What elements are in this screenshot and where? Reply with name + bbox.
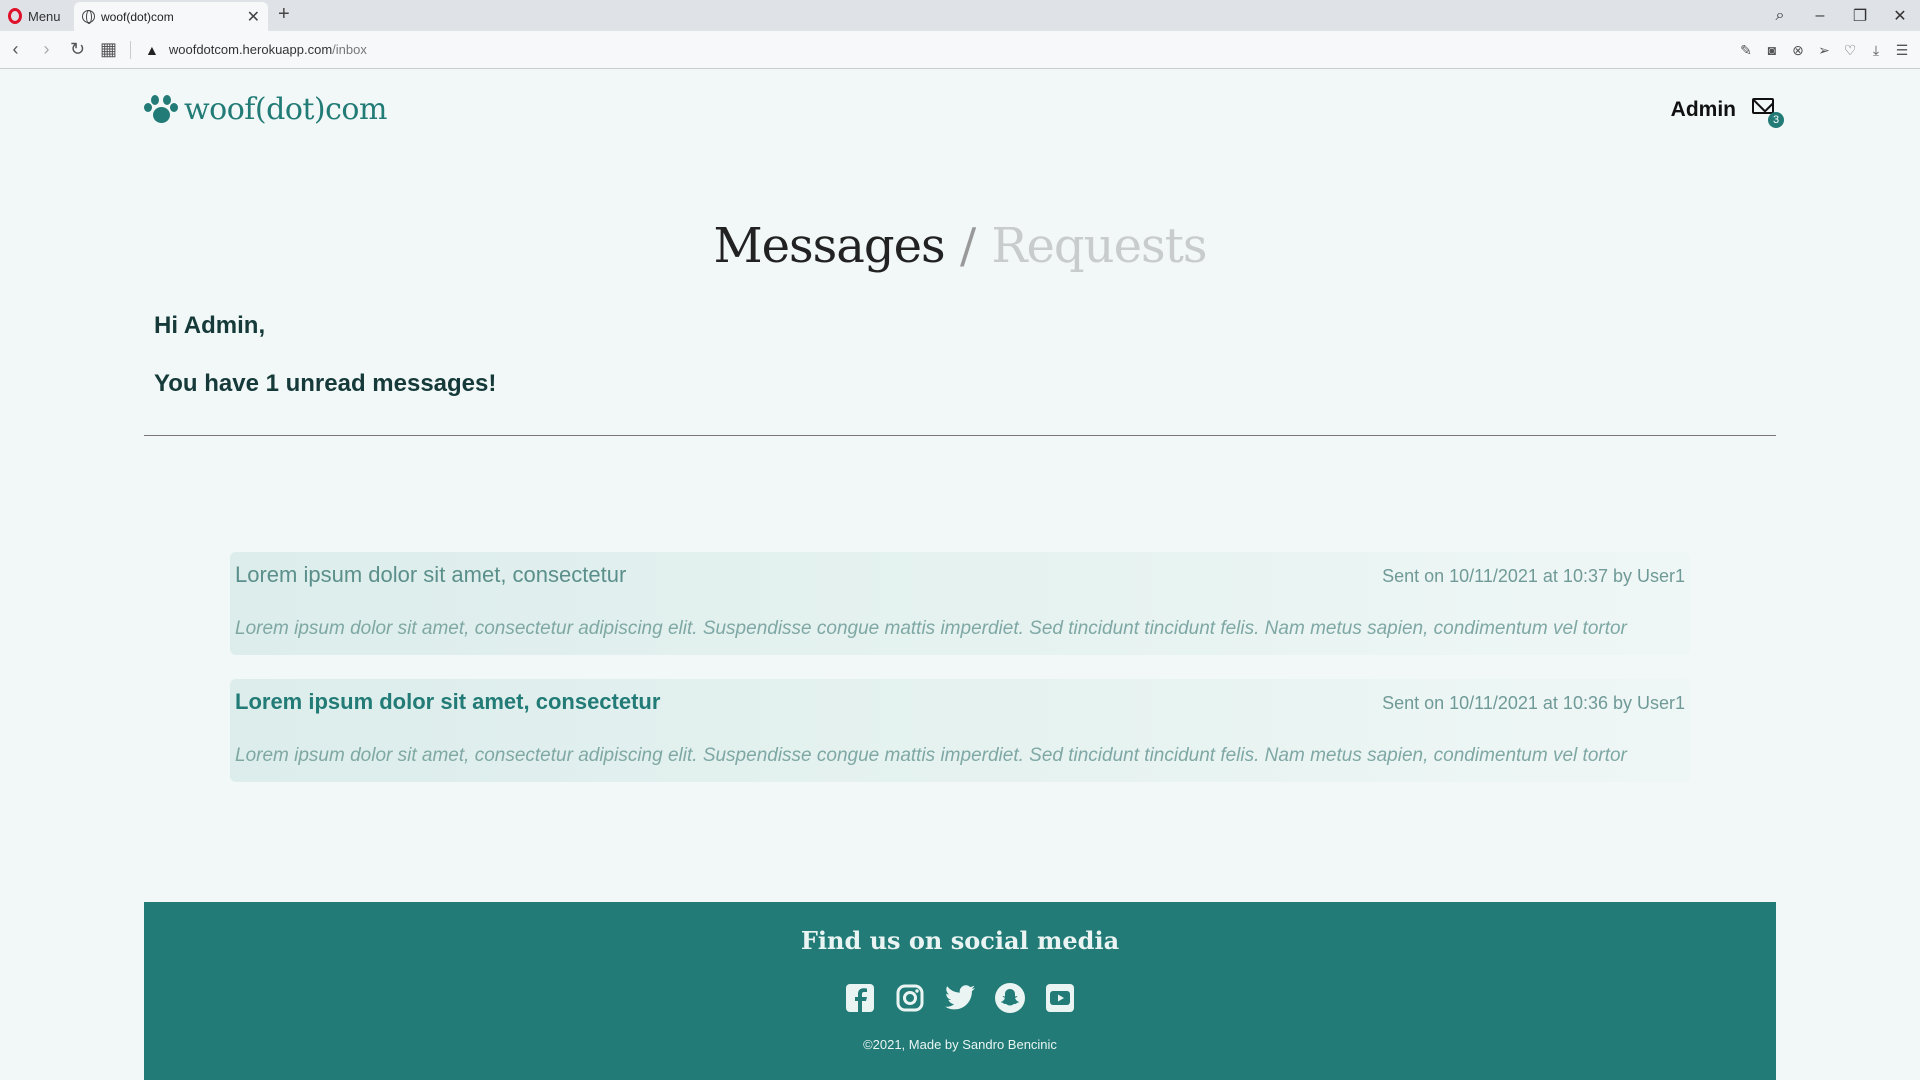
greeting: Hi Admin, bbox=[154, 312, 266, 339]
site-logo[interactable]: woof(dot)com bbox=[144, 92, 387, 127]
reload-icon[interactable]: ↻ bbox=[62, 39, 93, 60]
user-name-link[interactable]: Admin bbox=[1671, 98, 1736, 122]
send-icon[interactable]: ➢ bbox=[1816, 42, 1832, 59]
menu-lines-icon[interactable]: ☰ bbox=[1894, 42, 1910, 59]
restore-button[interactable]: ❐ bbox=[1840, 6, 1880, 26]
forward-icon[interactable]: › bbox=[31, 39, 62, 60]
message-list: Lorem ipsum dolor sit amet, consectetur … bbox=[230, 552, 1690, 806]
instagram-icon[interactable] bbox=[894, 982, 926, 1014]
url-path: /inbox bbox=[332, 42, 367, 57]
message-preview: Lorem ipsum dolor sit amet, consectetur … bbox=[235, 618, 1627, 639]
snapchat-icon[interactable] bbox=[994, 982, 1026, 1014]
requests-tab[interactable]: Requests bbox=[991, 218, 1207, 274]
paw-icon bbox=[144, 94, 178, 125]
social-links bbox=[144, 982, 1776, 1014]
block-icon[interactable]: ⊗ bbox=[1790, 42, 1806, 59]
globe-icon bbox=[82, 10, 95, 24]
tab-title: woof(dot)com bbox=[101, 9, 174, 24]
unread-notice: You have 1 unread messages! bbox=[154, 370, 497, 397]
address-separator bbox=[130, 40, 131, 59]
message-item-unread[interactable]: Lorem ipsum dolor sit amet, consectetur … bbox=[230, 679, 1690, 782]
download-icon[interactable]: ⤓ bbox=[1868, 42, 1884, 59]
window-controls: ⌕ – ❐ ✕ bbox=[1760, 0, 1920, 31]
edit-icon[interactable]: ✎ bbox=[1738, 42, 1754, 59]
new-tab-button[interactable]: + bbox=[278, 3, 290, 26]
message-meta: Sent on 10/11/2021 at 10:36 by User1 bbox=[1382, 693, 1685, 713]
heart-icon[interactable]: ♡ bbox=[1842, 42, 1858, 59]
message-preview: Lorem ipsum dolor sit amet, consectetur … bbox=[235, 745, 1627, 766]
address-bar: ‹ › ↻ ▦ ▲ woofdotcom.herokuapp.com/inbox… bbox=[0, 31, 1920, 69]
page-title: Messages / Requests bbox=[0, 218, 1920, 274]
site-footer: Find us on social media ©2021, Made by S… bbox=[144, 902, 1776, 1080]
search-tabs-icon[interactable]: ⌕ bbox=[1760, 7, 1800, 25]
url-field[interactable]: woofdotcom.herokuapp.com/inbox bbox=[169, 42, 367, 57]
browser-tab-bar: Menu woof(dot)com ✕ + ⌕ – ❐ ✕ bbox=[0, 0, 1920, 31]
site-header: woof(dot)com Admin 3 bbox=[144, 86, 1784, 136]
opera-logo-icon bbox=[8, 8, 22, 24]
logo-text: woof(dot)com bbox=[184, 92, 387, 127]
speed-dial-icon[interactable]: ▦ bbox=[93, 39, 124, 60]
message-subject: Lorem ipsum dolor sit amet, consectetur bbox=[235, 562, 627, 587]
copyright: ©2021, Made by Sandro Bencinic bbox=[863, 1037, 1057, 1052]
youtube-icon[interactable] bbox=[1044, 982, 1076, 1014]
close-window-button[interactable]: ✕ bbox=[1880, 6, 1920, 26]
address-bar-actions: ✎ ◙ ⊗ ➢ ♡ ⤓ ☰ bbox=[1738, 31, 1910, 69]
message-meta: Sent on 10/11/2021 at 10:37 by User1 bbox=[1382, 566, 1685, 586]
message-subject: Lorem ipsum dolor sit amet, consectetur bbox=[235, 689, 661, 714]
envelope-icon bbox=[1752, 98, 1774, 114]
insecure-warning-icon[interactable]: ▲ bbox=[145, 42, 159, 58]
browser-tab[interactable]: woof(dot)com ✕ bbox=[74, 2, 268, 31]
browser-menu-button[interactable]: Menu bbox=[8, 6, 61, 26]
minimize-button[interactable]: – bbox=[1800, 7, 1840, 25]
mail-count-badge: 3 bbox=[1768, 112, 1784, 128]
messages-tab[interactable]: Messages bbox=[713, 218, 945, 274]
browser-menu-label: Menu bbox=[28, 8, 61, 24]
inbox-button[interactable]: 3 bbox=[1752, 98, 1784, 128]
facebook-icon[interactable] bbox=[844, 982, 876, 1014]
url-host: woofdotcom.herokuapp.com bbox=[168, 42, 333, 57]
footer-title: Find us on social media bbox=[800, 926, 1120, 955]
twitter-icon[interactable] bbox=[944, 982, 976, 1014]
camera-icon[interactable]: ◙ bbox=[1764, 42, 1780, 58]
divider bbox=[144, 435, 1776, 436]
title-separator: / bbox=[959, 218, 977, 274]
message-item[interactable]: Lorem ipsum dolor sit amet, consectetur … bbox=[230, 552, 1690, 655]
tab-close-icon[interactable]: ✕ bbox=[247, 7, 260, 27]
back-icon[interactable]: ‹ bbox=[0, 39, 31, 60]
